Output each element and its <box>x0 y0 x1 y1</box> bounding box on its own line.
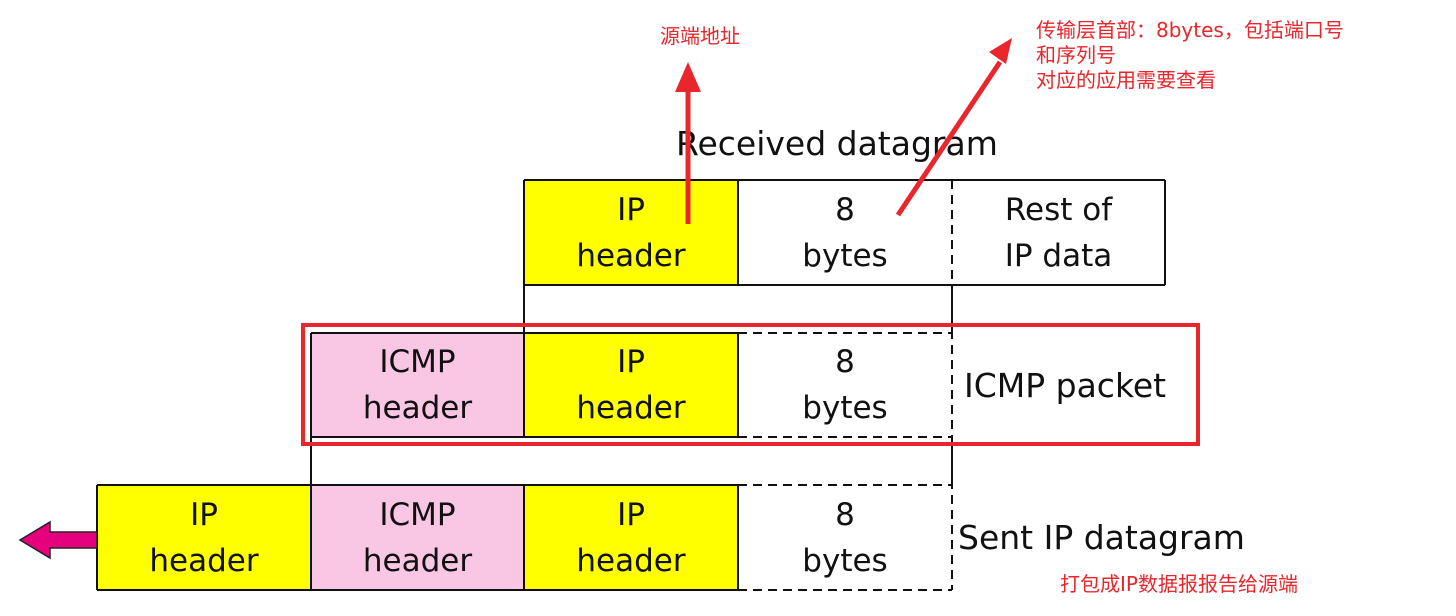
sent-row-dashed-borders <box>738 484 952 591</box>
pack-report-annotation: 打包成IP数据报报告给源端 <box>1060 572 1298 596</box>
received-row-borders <box>523 179 1166 286</box>
annotation-line: 对应的应用需要查看 <box>1036 68 1216 92</box>
transport-header-arrow-icon <box>895 38 1012 217</box>
source-address-arrow-icon <box>675 62 701 224</box>
icmp-packet-row-dashed-borders <box>738 332 952 438</box>
icmp-packet-highlight-box <box>301 323 1200 446</box>
transport-header-annotation: 传输层首部：8bytes，包括端口号 和序列号 对应的应用需要查看 <box>1036 18 1344 93</box>
source-address-annotation: 源端地址 <box>660 24 740 48</box>
connector-lines <box>310 285 953 485</box>
annotation-line: 传输层首部：8bytes，包括端口号 <box>1036 18 1344 42</box>
icmp-packet-row-borders <box>310 332 739 438</box>
annotation-line: 和序列号 <box>1036 43 1116 67</box>
send-arrow-icon <box>18 520 98 560</box>
sent-row-borders <box>96 484 739 591</box>
icmp-error-diagram: Received datagram IP header 8 bytes Rest… <box>0 0 1456 616</box>
